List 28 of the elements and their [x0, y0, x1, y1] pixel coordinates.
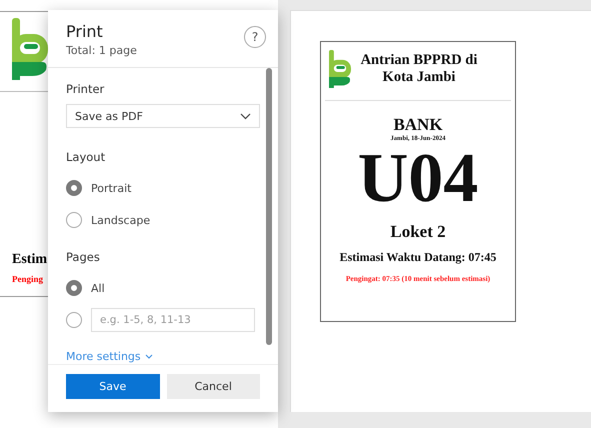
radio-label[interactable]: Landscape — [91, 214, 150, 226]
scrollbar[interactable] — [266, 68, 272, 345]
queue-number: U04 — [358, 144, 478, 214]
section-label: Pages — [66, 250, 101, 264]
radio-button[interactable] — [66, 280, 82, 296]
estimate-text: Estimasi Waktu Datang: 07:45 — [340, 250, 496, 265]
chevron-down-icon — [240, 112, 251, 120]
section-label: Printer — [66, 82, 106, 96]
radio-label[interactable]: Portrait — [91, 182, 132, 194]
logo-icon — [329, 48, 351, 90]
section-label: Layout — [66, 150, 106, 164]
reminder-text: Penging — [12, 274, 44, 284]
printer-dropdown[interactable]: Save as PDF — [66, 104, 260, 128]
dialog-title: Print — [66, 22, 104, 41]
page-range-field[interactable]: e.g. 1-5, 8, 11-13 — [91, 308, 255, 332]
help-button[interactable]: ? — [244, 26, 266, 48]
page-count: Total: 1 page — [66, 44, 137, 57]
service-name: BANK — [393, 115, 443, 135]
radio-button[interactable] — [66, 312, 82, 328]
save-button[interactable]: Save — [66, 374, 160, 399]
estimate-text: Estim — [12, 252, 48, 268]
radio-label[interactable]: All — [91, 282, 105, 294]
radio-button[interactable] — [66, 180, 82, 196]
ticket-title: Antrian BPPRD di Kota Jambi — [360, 52, 478, 86]
chevron-down-icon — [144, 354, 153, 359]
counter-name: Loket 2 — [390, 222, 446, 242]
cancel-button[interactable]: Cancel — [166, 374, 260, 399]
radio-button[interactable] — [66, 212, 82, 228]
